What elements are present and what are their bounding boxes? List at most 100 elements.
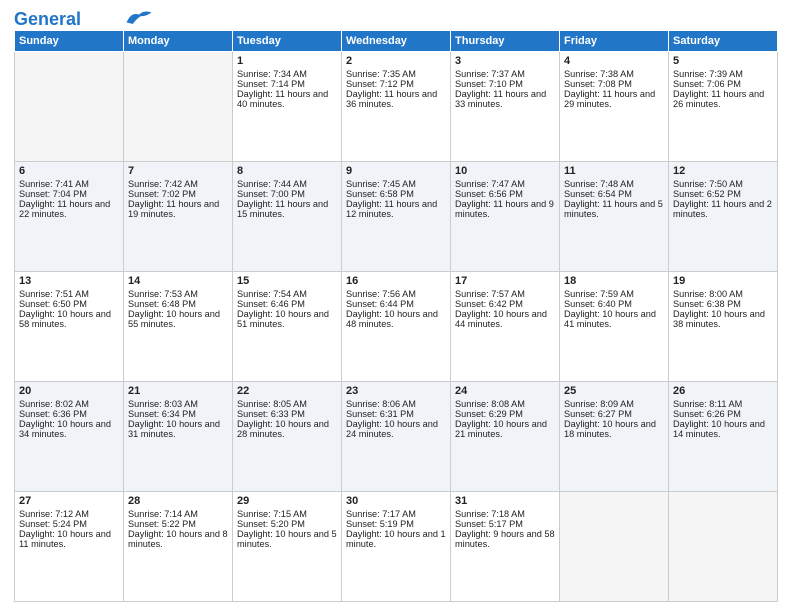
- day-info: Sunset: 6:42 PM: [455, 299, 555, 309]
- header: General: [14, 10, 778, 24]
- calendar-cell: 20Sunrise: 8:02 AMSunset: 6:36 PMDayligh…: [15, 382, 124, 492]
- day-number: 13: [19, 275, 119, 287]
- calendar-cell: 13 Sunrise: 7:51 AMSunset: 6:50 PMDayligh…: [15, 272, 124, 382]
- calendar-cell: 8Sunrise: 7:44 AMSunset: 7:00 PMDaylight…: [233, 162, 342, 272]
- day-info: Sunset: 7:12 PM: [346, 79, 446, 89]
- day-info: Sunset: 6:26 PM: [673, 409, 773, 419]
- day-number: 30: [346, 495, 446, 507]
- day-info: Daylight: 11 hours and 19 minutes.: [128, 199, 228, 219]
- day-info: Sunset: 7:04 PM: [19, 189, 119, 199]
- day-number: 2: [346, 55, 446, 67]
- calendar-week-row: 13Sunrise: 7:51 AMSunset: 6:50 PMDayligh…: [15, 272, 778, 382]
- calendar-cell: 31Sunrise: 7:18 AMSunset: 5:17 PMDayligh…: [451, 492, 560, 602]
- calendar-day-header: Monday: [124, 31, 233, 52]
- day-info: Sunrise: 8:03 AM: [128, 399, 228, 409]
- day-number: 18: [564, 275, 664, 287]
- day-info: Sunset: 6:34 PM: [128, 409, 228, 419]
- calendar-table: SundayMondayTuesdayWednesdayThursdayFrid…: [14, 30, 778, 602]
- calendar-cell: 18Sunrise: 7:59 AMSunset: 6:40 PMDayligh…: [560, 272, 669, 382]
- calendar-cell: 9Sunrise: 7:45 AMSunset: 6:58 PMDaylight…: [342, 162, 451, 272]
- day-number: 25: [564, 385, 664, 397]
- calendar-cell: 17 Sunrise: 7:57 AMSunset: 6:42 PMDayligh…: [451, 272, 560, 382]
- day-number: 16: [346, 275, 446, 287]
- day-info: Sunset: 5:24 PM: [19, 519, 119, 529]
- day-info: Sunset: 5:22 PM: [128, 519, 228, 529]
- day-info: Sunset: 7:10 PM: [455, 79, 555, 89]
- day-info: Daylight: 10 hours and 55 minutes.: [128, 309, 228, 329]
- day-info: Daylight: 11 hours and 12 minutes.: [346, 199, 446, 219]
- day-info: Sunrise: 7:15 AM: [237, 509, 337, 519]
- calendar-cell: [669, 492, 778, 602]
- day-info: Daylight: 10 hours and 1 minute.: [346, 529, 446, 549]
- day-info: Sunrise: 7:53 AM: [128, 289, 228, 299]
- day-number: 21: [128, 385, 228, 397]
- calendar-cell: 11Sunrise: 7:48 AMSunset: 6:54 PMDayligh…: [560, 162, 669, 272]
- day-info: Sunrise: 8:00 AM: [673, 289, 773, 299]
- day-info: Sunset: 7:06 PM: [673, 79, 773, 89]
- day-info: Sunrise: 8:08 AM: [455, 399, 555, 409]
- day-number: 28: [128, 495, 228, 507]
- day-number: 6: [19, 165, 119, 177]
- day-info: Sunset: 6:52 PM: [673, 189, 773, 199]
- day-info: Sunrise: 7:12 AM: [19, 509, 119, 519]
- day-info: Daylight: 10 hours and 11 minutes.: [19, 529, 119, 549]
- day-number: 26: [673, 385, 773, 397]
- calendar-cell: 25 Sunrise: 8:09 AMSunset: 6:27 PMDayligh…: [560, 382, 669, 492]
- day-info: Sunset: 6:44 PM: [346, 299, 446, 309]
- day-info: Daylight: 11 hours and 33 minutes.: [455, 89, 555, 109]
- day-info: Sunrise: 8:09 AM: [564, 399, 664, 409]
- day-number: 10: [455, 165, 555, 177]
- day-info: Sunset: 7:08 PM: [564, 79, 664, 89]
- day-info: Sunrise: 7:59 AM: [564, 289, 664, 299]
- day-info: Daylight: 10 hours and 44 minutes.: [455, 309, 555, 329]
- calendar-cell: 30Sunrise: 7:17 AMSunset: 5:19 PMDayligh…: [342, 492, 451, 602]
- day-info: Daylight: 10 hours and 58 minutes.: [19, 309, 119, 329]
- day-info: Daylight: 11 hours and 22 minutes.: [19, 199, 119, 219]
- day-info: Sunset: 6:50 PM: [19, 299, 119, 309]
- day-number: 22: [237, 385, 337, 397]
- calendar-cell: 29Sunrise: 7:15 AMSunset: 5:20 PMDayligh…: [233, 492, 342, 602]
- day-info: Sunset: 6:36 PM: [19, 409, 119, 419]
- day-info: Sunrise: 7:54 AM: [237, 289, 337, 299]
- day-number: 27: [19, 495, 119, 507]
- day-info: Sunrise: 7:44 AM: [237, 179, 337, 189]
- day-info: Sunset: 6:56 PM: [455, 189, 555, 199]
- calendar-day-header: Saturday: [669, 31, 778, 52]
- day-number: 17: [455, 275, 555, 287]
- day-info: Sunrise: 7:57 AM: [455, 289, 555, 299]
- day-info: Sunset: 6:31 PM: [346, 409, 446, 419]
- day-info: Sunrise: 7:14 AM: [128, 509, 228, 519]
- day-info: Sunset: 5:17 PM: [455, 519, 555, 529]
- calendar-cell: 16Sunrise: 7:56 AMSunset: 6:44 PMDayligh…: [342, 272, 451, 382]
- day-info: Sunrise: 7:50 AM: [673, 179, 773, 189]
- day-info: Sunrise: 7:17 AM: [346, 509, 446, 519]
- calendar-cell: 10 Sunrise: 7:47 AMSunset: 6:56 PMDayligh…: [451, 162, 560, 272]
- day-number: 29: [237, 495, 337, 507]
- calendar-cell: 24Sunrise: 8:08 AMSunset: 6:29 PMDayligh…: [451, 382, 560, 492]
- day-info: Sunrise: 7:35 AM: [346, 69, 446, 79]
- day-info: Daylight: 10 hours and 21 minutes.: [455, 419, 555, 439]
- calendar-week-row: 20Sunrise: 8:02 AMSunset: 6:36 PMDayligh…: [15, 382, 778, 492]
- day-info: Sunset: 6:40 PM: [564, 299, 664, 309]
- day-info: Daylight: 11 hours and 15 minutes.: [237, 199, 337, 219]
- day-number: 23: [346, 385, 446, 397]
- day-info: Daylight: 10 hours and 38 minutes.: [673, 309, 773, 329]
- day-info: Daylight: 10 hours and 18 minutes.: [564, 419, 664, 439]
- day-info: Daylight: 11 hours and 40 minutes.: [237, 89, 337, 109]
- day-number: 7: [128, 165, 228, 177]
- calendar-day-header: Tuesday: [233, 31, 342, 52]
- calendar-cell: 7Sunrise: 7:42 AMSunset: 7:02 PMDaylight…: [124, 162, 233, 272]
- calendar-day-header: Sunday: [15, 31, 124, 52]
- calendar-cell: 19Sunrise: 8:00 AMSunset: 6:38 PMDayligh…: [669, 272, 778, 382]
- day-info: Sunrise: 7:47 AM: [455, 179, 555, 189]
- logo-text: General: [14, 10, 81, 28]
- day-number: 14: [128, 275, 228, 287]
- day-info: Sunrise: 7:51 AM: [19, 289, 119, 299]
- day-info: Sunrise: 8:06 AM: [346, 399, 446, 409]
- day-info: Daylight: 11 hours and 29 minutes.: [564, 89, 664, 109]
- day-info: Daylight: 11 hours and 9 minutes.: [455, 199, 555, 219]
- day-info: Sunset: 6:27 PM: [564, 409, 664, 419]
- calendar-cell: 15Sunrise: 7:54 AMSunset: 6:46 PMDayligh…: [233, 272, 342, 382]
- day-number: 20: [19, 385, 119, 397]
- logo-bird-icon: [125, 8, 153, 26]
